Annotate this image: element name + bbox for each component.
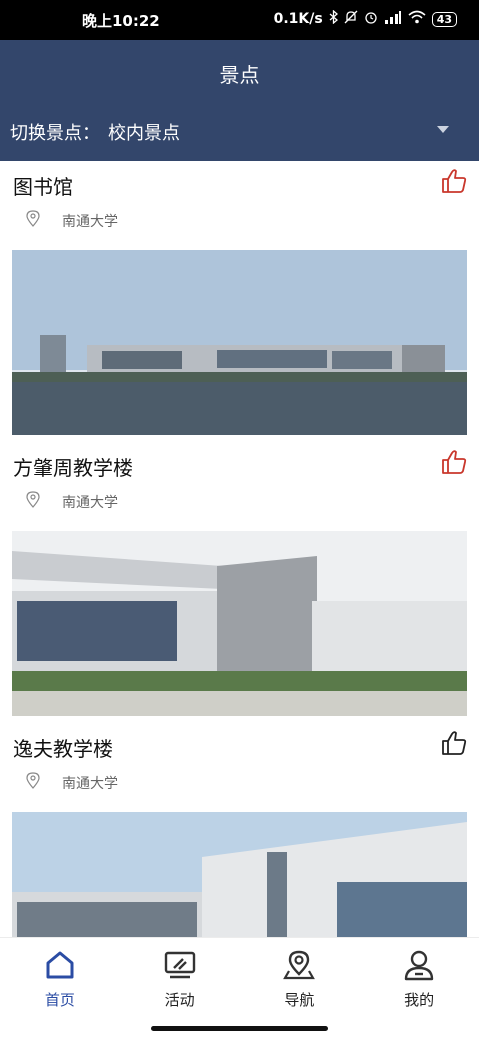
tab-profile[interactable]: 我的 bbox=[359, 938, 479, 1018]
home-indicator[interactable] bbox=[151, 1026, 328, 1031]
tab-home[interactable]: 首页 bbox=[0, 938, 120, 1018]
like-icon[interactable] bbox=[441, 730, 467, 756]
spot-location: 南通大学 bbox=[62, 495, 118, 511]
tab-navigation[interactable]: 导航 bbox=[240, 938, 360, 1018]
location-pin-icon bbox=[26, 491, 40, 508]
spot-card[interactable]: 逸夫教学楼 南通大学 bbox=[0, 723, 479, 937]
spot-location: 南通大学 bbox=[62, 776, 118, 792]
location-pin-icon bbox=[26, 772, 40, 789]
user-icon bbox=[404, 950, 434, 981]
monitor-icon bbox=[164, 951, 195, 979]
spot-location: 南通大学 bbox=[62, 214, 118, 230]
dropdown-arrow-icon[interactable] bbox=[437, 126, 449, 133]
status-icons: 0.1K/s 43 bbox=[273, 9, 457, 28]
tab-profile-label: 我的 bbox=[404, 991, 435, 1009]
status-time: 晚上10:22 bbox=[82, 12, 160, 30]
spot-category-switcher[interactable]: 切换景点： 校内景点 bbox=[10, 119, 180, 145]
bluetooth-icon bbox=[329, 9, 338, 28]
switch-label: 切换景点： bbox=[10, 123, 100, 144]
header: 景点 切换景点： 校内景点 bbox=[0, 40, 479, 161]
spot-name: 图书馆 bbox=[13, 175, 73, 199]
tab-navigation-label: 导航 bbox=[284, 991, 315, 1009]
spot-card[interactable]: 方肇周教学楼 南通大学 bbox=[0, 442, 479, 723]
tab-home-label: 首页 bbox=[44, 991, 75, 1009]
spot-name: 逸夫教学楼 bbox=[13, 737, 113, 761]
like-icon[interactable] bbox=[441, 168, 467, 194]
signal-icon bbox=[384, 10, 402, 28]
wifi-icon bbox=[408, 10, 426, 28]
spot-photo[interactable] bbox=[12, 812, 467, 937]
status-bar: 晚上10:22 0.1K/s 43 bbox=[0, 0, 479, 40]
page-title: 景点 bbox=[219, 63, 260, 87]
tab-activity[interactable]: 活动 bbox=[120, 938, 240, 1018]
tab-activity-label: 活动 bbox=[164, 991, 195, 1009]
battery-icon: 43 bbox=[431, 11, 457, 27]
alarm-icon bbox=[364, 10, 378, 28]
home-icon bbox=[46, 951, 74, 979]
map-pin-icon bbox=[283, 950, 316, 980]
network-speed: 0.1K/s bbox=[273, 11, 323, 27]
spot-photo[interactable] bbox=[12, 250, 467, 435]
spot-card[interactable]: 图书馆 南通大学 bbox=[0, 161, 479, 442]
location-pin-icon bbox=[26, 210, 40, 227]
spot-name: 方肇周教学楼 bbox=[13, 456, 133, 480]
spot-photo[interactable] bbox=[12, 531, 467, 716]
spot-list[interactable]: 图书馆 南通大学 方肇周教学楼 南通大学 逸夫教学楼 南通大学 bbox=[0, 161, 479, 937]
switch-value: 校内景点 bbox=[108, 123, 180, 144]
bottom-tab-bar: 首页 活动 导航 我的 bbox=[0, 937, 479, 1018]
like-icon[interactable] bbox=[441, 449, 467, 475]
mute-bell-icon bbox=[344, 10, 358, 28]
